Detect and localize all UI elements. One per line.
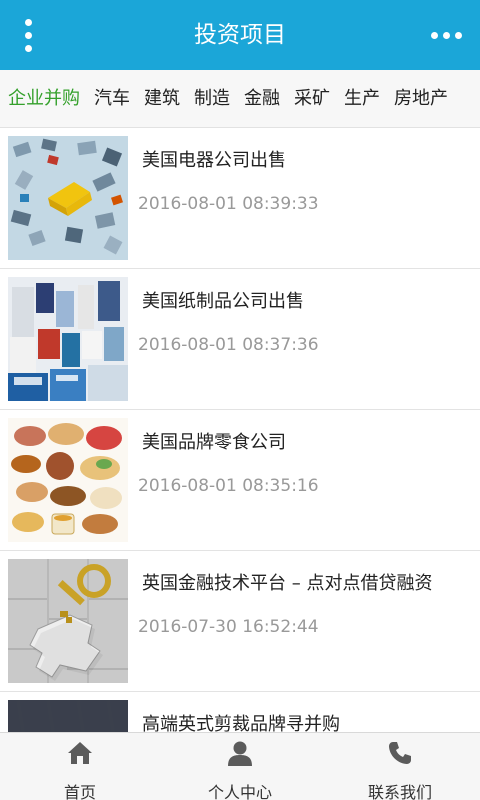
article-timestamp: 2016-08-01 08:35:16: [138, 476, 319, 496]
phone-icon: [387, 740, 413, 766]
snack-foods-image: [8, 418, 128, 542]
article-title: 美国纸制品公司出售: [142, 291, 304, 312]
menu-button[interactable]: [16, 16, 40, 54]
article-title: 高端英式剪裁品牌寻并购: [142, 714, 340, 732]
list-item[interactable]: 美国纸制品公司出售 2016-08-01 08:37:36: [0, 269, 480, 410]
nav-profile-label: 个人中心: [207, 783, 272, 800]
article-timestamp: 2016-07-30 16:52:44: [138, 617, 319, 637]
horizontal-dots-icon-dot: [442, 31, 450, 39]
nav-home[interactable]: 首页: [0, 733, 160, 800]
tab-construction[interactable]: 建筑: [137, 70, 187, 127]
tab-finance[interactable]: 金融: [237, 70, 287, 127]
horizontal-dots-icon: [430, 31, 438, 39]
vertical-dots-icon: [24, 18, 32, 26]
tab-production[interactable]: 生产: [337, 70, 387, 127]
nav-contact[interactable]: 联系我们: [320, 733, 480, 800]
list-item[interactable]: 高端英式剪裁品牌寻并购: [0, 692, 480, 732]
app-screen: 投资项目 企业并购 汽车 建筑 制造 金融 采矿 生产 房地产 美国电器公司出售…: [0, 0, 480, 800]
fabric-texture-image: [8, 700, 128, 732]
more-options-button[interactable]: [428, 22, 464, 48]
nav-home-label: 首页: [63, 783, 96, 800]
article-list: 美国电器公司出售 2016-08-01 08:39:33 美国纸制品公司出售 2…: [0, 128, 480, 732]
article-title: 英国金融技术平台 – 点对点借贷融资: [142, 573, 433, 594]
electronics-collage-image: [8, 136, 128, 260]
home-icon: [67, 740, 93, 766]
top-app-bar: 投资项目: [0, 0, 480, 70]
tab-manufacturing[interactable]: 制造: [187, 70, 237, 127]
page-title: 投资项目: [194, 22, 286, 48]
horizontal-dots-icon-dot: [454, 31, 462, 39]
article-timestamp: 2016-08-01 08:37:36: [138, 335, 319, 355]
tab-real-estate[interactable]: 房地产: [387, 70, 455, 127]
vertical-dots-icon-dot: [24, 31, 32, 39]
list-item[interactable]: 美国电器公司出售 2016-08-01 08:39:33: [0, 128, 480, 269]
article-title: 美国品牌零食公司: [142, 432, 286, 453]
category-tabs: 企业并购 汽车 建筑 制造 金融 采矿 生产 房地产: [0, 70, 480, 128]
list-item[interactable]: 英国金融技术平台 – 点对点借贷融资 2016-07-30 16:52:44: [0, 551, 480, 692]
user-icon: [227, 740, 253, 766]
tab-automotive[interactable]: 汽车: [87, 70, 137, 127]
paper-products-image: [8, 277, 128, 401]
tab-enterprise-mna[interactable]: 企业并购: [0, 70, 87, 127]
list-item[interactable]: 美国品牌零食公司 2016-08-01 08:35:16: [0, 410, 480, 551]
nav-contact-label: 联系我们: [367, 783, 432, 800]
article-timestamp: 2016-08-01 08:39:33: [138, 194, 319, 214]
article-title: 美国电器公司出售: [142, 150, 286, 171]
nav-profile[interactable]: 个人中心: [160, 733, 320, 800]
tab-mining[interactable]: 采矿: [287, 70, 337, 127]
bottom-navigation: 首页 个人中心 联系我们: [0, 732, 480, 800]
key-in-puzzle-image: [8, 559, 128, 683]
vertical-dots-icon-dot: [24, 44, 32, 52]
